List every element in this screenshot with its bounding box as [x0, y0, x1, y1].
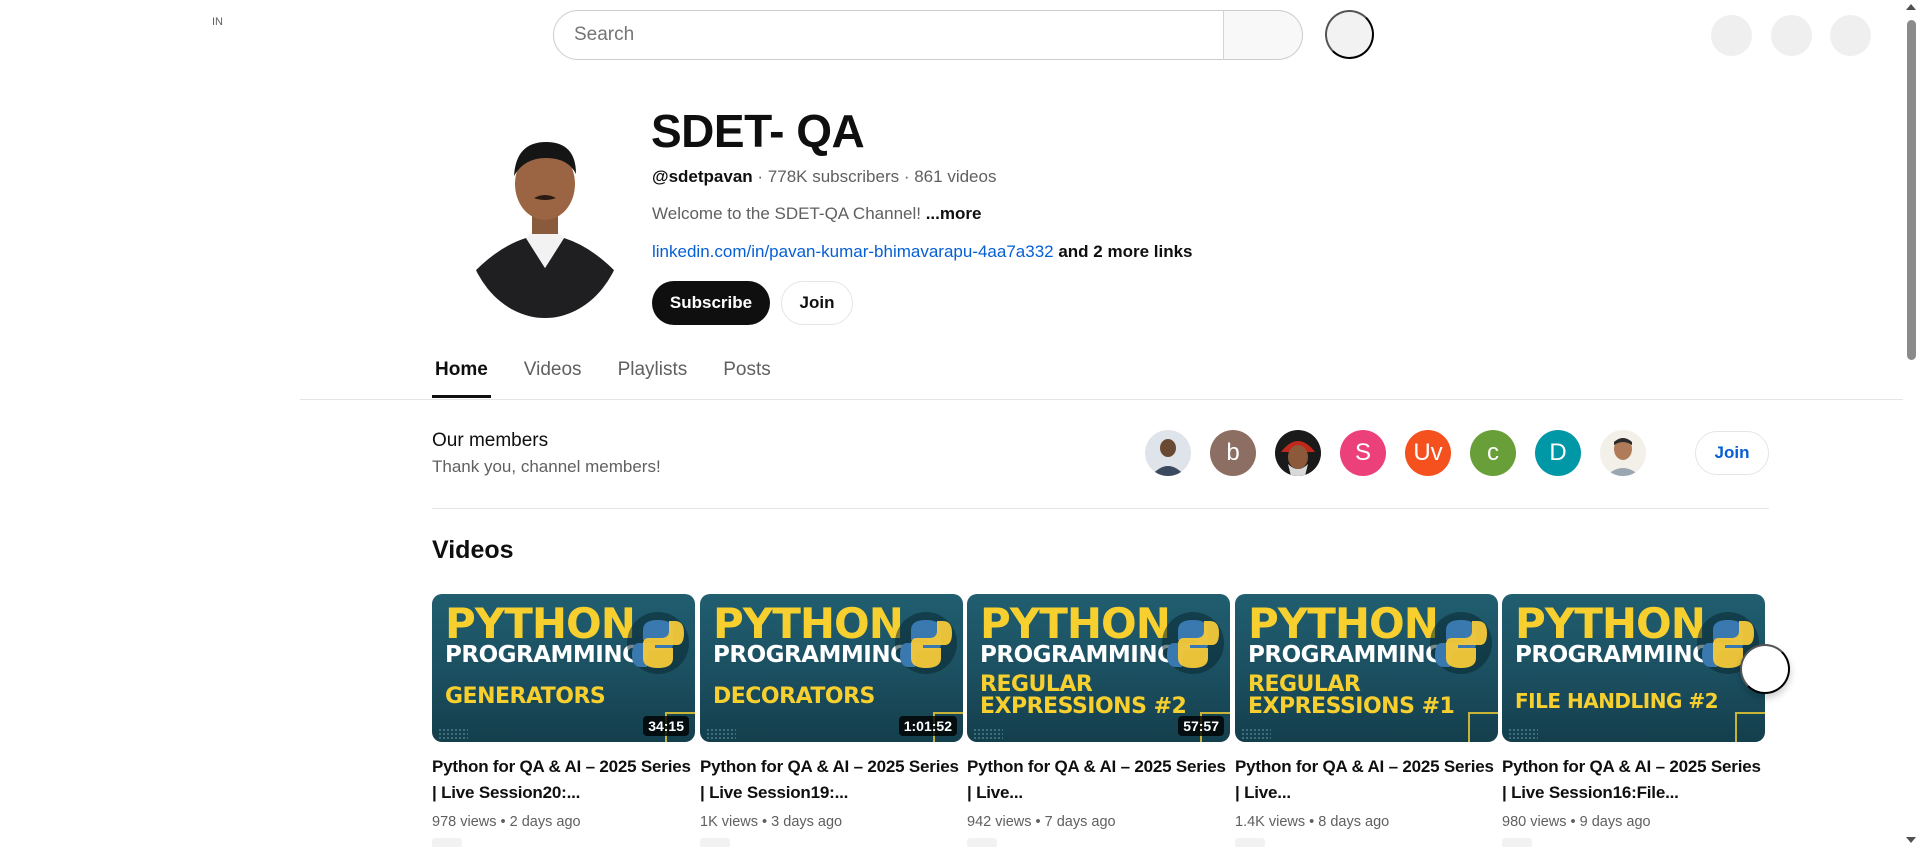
member-avatar[interactable] [1275, 430, 1321, 476]
video-title[interactable]: Python for QA & AI – 2025 Series | Live.… [1235, 754, 1498, 806]
video-badge [700, 838, 730, 847]
subscribe-button[interactable]: Subscribe [652, 281, 770, 325]
shelf-next-button[interactable] [1740, 644, 1790, 694]
video-card[interactable]: PYTHON PROGRAMMING DECORATORS 1:01:52 Py… [700, 594, 963, 847]
member-avatar[interactable]: D [1535, 430, 1581, 476]
video-badge [432, 838, 462, 847]
python-logo-icon [1430, 612, 1492, 674]
video-card[interactable]: PYTHON PROGRAMMING GENERATORS 34:15 Pyth… [432, 594, 695, 847]
python-logo-icon [1162, 612, 1224, 674]
tab-home[interactable]: Home [432, 356, 491, 398]
search-button[interactable] [1223, 10, 1303, 60]
python-logo-icon [627, 612, 689, 674]
video-meta: 1.4K views • 8 days ago [1235, 814, 1390, 830]
member-avatar[interactable]: b [1210, 430, 1256, 476]
video-duration: 57:57 [1178, 716, 1224, 736]
video-card[interactable]: PYTHON PROGRAMMING REGULAR EXPRESSIONS #… [1235, 594, 1498, 847]
description-text: Welcome to the SDET-QA Channel! [652, 204, 926, 223]
scroll-up-arrow[interactable] [1906, 4, 1916, 10]
video-thumbnail[interactable]: PYTHON PROGRAMMING REGULAR EXPRESSIONS #… [967, 594, 1230, 742]
video-title[interactable]: Python for QA & AI – 2025 Series | Live … [432, 754, 695, 806]
channel-tabs: Home Videos Playlists Posts [432, 356, 804, 398]
tab-posts[interactable]: Posts [720, 356, 774, 398]
members-divider [432, 508, 1769, 509]
video-badge [967, 838, 997, 847]
members-title: Our members [432, 430, 549, 451]
video-card[interactable]: PYTHON PROGRAMMING FILE HANDLING #2 Pyth… [1502, 594, 1765, 847]
members-join-button[interactable]: Join [1695, 431, 1769, 475]
tab-videos[interactable]: Videos [521, 356, 585, 398]
video-badge [1502, 838, 1532, 847]
videos-section-title[interactable]: Videos [432, 536, 514, 565]
join-button[interactable]: Join [781, 281, 853, 325]
tab-playlists[interactable]: Playlists [615, 356, 691, 398]
member-avatar[interactable]: Uv [1405, 430, 1451, 476]
python-logo-icon [895, 612, 957, 674]
search-box[interactable] [553, 10, 1224, 60]
video-thumbnail[interactable]: PYTHON PROGRAMMING REGULAR EXPRESSIONS #… [1235, 594, 1498, 742]
video-thumbnail[interactable]: PYTHON PROGRAMMING GENERATORS 34:15 [432, 594, 695, 742]
channel-avatar[interactable] [464, 118, 626, 318]
scrollbar[interactable] [1904, 0, 1920, 847]
video-badge [1235, 838, 1265, 847]
channel-links: linkedin.com/in/pavan-kumar-bhimavarapu-… [652, 242, 1193, 262]
scrollbar-thumb[interactable] [1907, 20, 1916, 360]
country-code: IN [212, 16, 223, 28]
scroll-down-arrow[interactable] [1906, 837, 1916, 843]
create-icon[interactable] [1711, 15, 1752, 56]
search-input[interactable] [574, 24, 1223, 46]
video-card[interactable]: PYTHON PROGRAMMING REGULAR EXPRESSIONS #… [967, 594, 1230, 847]
channel-stats: · 778K subscribers · 861 videos [752, 167, 997, 186]
video-duration: 1:01:52 [898, 716, 957, 736]
linkedin-link[interactable]: linkedin.com/in/pavan-kumar-bhimavarapu-… [652, 242, 1054, 261]
video-title[interactable]: Python for QA & AI – 2025 Series | Live … [1502, 754, 1765, 806]
video-duration: 34:15 [643, 716, 689, 736]
channel-handle: @sdetpavan [652, 167, 753, 186]
description-more-link[interactable]: ...more [926, 204, 982, 223]
video-thumbnail[interactable]: PYTHON PROGRAMMING FILE HANDLING #2 [1502, 594, 1765, 742]
video-meta: 942 views • 7 days ago [967, 814, 1116, 830]
notifications-icon[interactable] [1771, 15, 1812, 56]
channel-meta: @sdetpavan · 778K subscribers · 861 vide… [652, 167, 996, 187]
member-avatar[interactable] [1600, 430, 1646, 476]
channel-title: SDET- QA [651, 105, 865, 157]
member-avatar[interactable] [1145, 430, 1191, 476]
members-subtitle: Thank you, channel members! [432, 457, 661, 476]
video-title[interactable]: Python for QA & AI – 2025 Series | Live … [700, 754, 963, 806]
video-meta: 980 views • 9 days ago [1502, 814, 1651, 830]
tabs-divider [300, 399, 1903, 400]
voice-search-button[interactable] [1325, 10, 1374, 59]
video-thumbnail[interactable]: PYTHON PROGRAMMING DECORATORS 1:01:52 [700, 594, 963, 742]
video-meta: 978 views • 2 days ago [432, 814, 581, 830]
member-avatar[interactable]: c [1470, 430, 1516, 476]
video-meta: 1K views • 3 days ago [700, 814, 843, 830]
video-title[interactable]: Python for QA & AI – 2025 Series | Live.… [967, 754, 1230, 806]
account-avatar[interactable] [1830, 15, 1871, 56]
channel-description[interactable]: Welcome to the SDET-QA Channel! ...more [652, 204, 981, 224]
more-links-link[interactable]: and 2 more links [1054, 242, 1192, 261]
member-avatar[interactable]: S [1340, 430, 1386, 476]
